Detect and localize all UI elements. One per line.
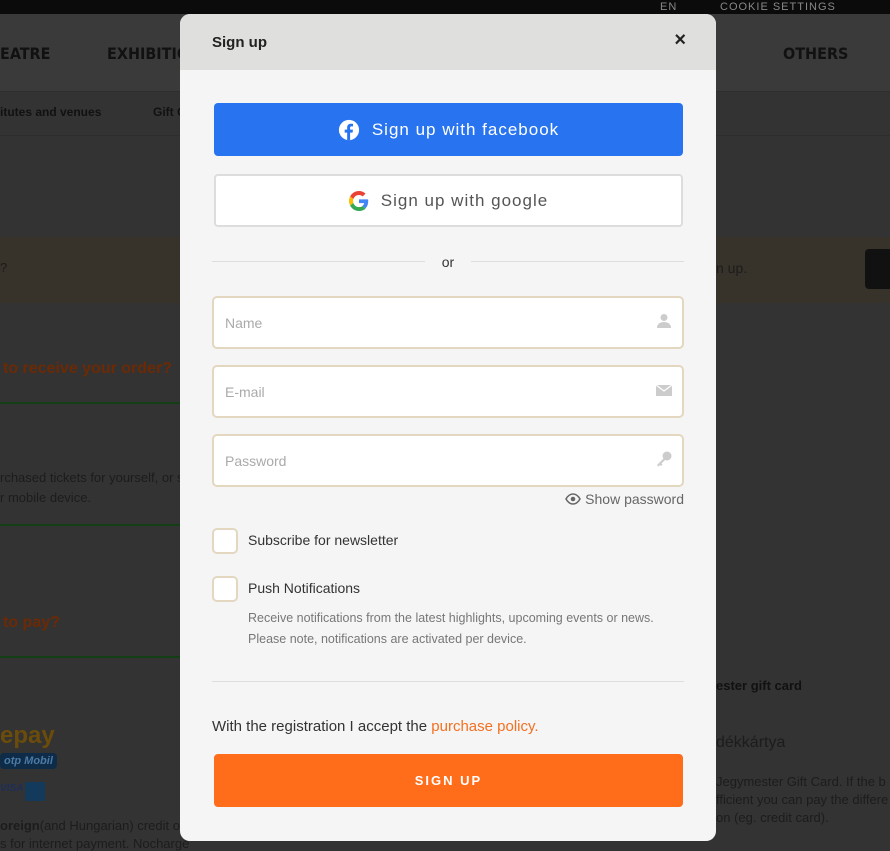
password-field[interactable]	[212, 434, 684, 487]
policy-text: With the registration I accept the purch…	[212, 718, 539, 735]
nav-theatre[interactable]: EATRE	[0, 44, 50, 63]
push-note-line-2: Please note, notifications are activated…	[248, 632, 527, 646]
otp-logo: otp Mobil	[0, 753, 57, 769]
email-input[interactable]	[214, 367, 634, 416]
pay-text-2: s for internet payment. Nocharge	[0, 836, 190, 851]
or-divider: or	[212, 254, 684, 270]
google-signup-label: Sign up with google	[380, 190, 549, 210]
visa-logo: VISA	[0, 783, 24, 794]
close-icon[interactable]: ×	[674, 29, 686, 52]
facebook-signup-button[interactable]: Sign up with facebook	[214, 103, 683, 156]
google-icon	[348, 190, 369, 211]
password-input[interactable]	[214, 436, 634, 485]
divider	[0, 402, 180, 404]
nav-others[interactable]: OTHERS	[783, 44, 848, 63]
push-notifications-label[interactable]: Push Notifications	[248, 580, 360, 596]
eye-icon	[565, 493, 582, 505]
user-icon	[657, 314, 671, 328]
push-notifications-note: Receive notifications from the latest hi…	[248, 608, 654, 650]
simplepay-logo: epay	[0, 722, 55, 749]
pay-text: (and Hungarian) credit or	[39, 818, 185, 833]
newsletter-checkbox[interactable]	[212, 528, 238, 554]
banner-button[interactable]	[865, 249, 890, 289]
divider	[0, 656, 180, 658]
banner-text-right: n up.	[716, 260, 748, 276]
receive-text-1: rchased tickets for yourself, or s	[0, 470, 184, 485]
facebook-signup-label: Sign up with facebook	[371, 119, 560, 139]
receive-heading: to receive your order?	[3, 360, 172, 377]
amex-logo	[25, 782, 45, 801]
banner-text-left: ?	[0, 260, 8, 275]
language-selector[interactable]: EN	[660, 1, 677, 13]
name-field[interactable]	[212, 296, 684, 349]
purchase-policy-link[interactable]: purchase policy.	[431, 718, 538, 735]
google-signup-button[interactable]: Sign up with google	[214, 174, 683, 227]
newsletter-label[interactable]: Subscribe for newsletter	[248, 532, 398, 548]
modal-title: Sign up	[212, 34, 267, 51]
name-input[interactable]	[214, 298, 634, 347]
push-note-line-1: Receive notifications from the latest hi…	[248, 611, 654, 625]
pay-heading: to pay?	[3, 614, 60, 631]
gift-card-heading: dékkártya	[716, 734, 786, 751]
divider	[0, 524, 180, 526]
gift-card-text-1: Jegymester Gift Card. If the b	[716, 774, 886, 789]
signup-modal: Sign up × Sign up with facebook Sign up …	[180, 14, 716, 841]
gift-card-title: ester gift card	[716, 678, 802, 693]
pay-text-bold: oreign	[0, 818, 40, 833]
key-icon	[657, 451, 672, 467]
gift-card-text-3: on (eg. credit card).	[716, 810, 829, 825]
top-bar: EN COOKIE SETTINGS	[0, 0, 890, 14]
receive-text-2: r mobile device.	[0, 490, 92, 505]
policy-prefix: With the registration I accept the	[212, 718, 432, 735]
email-field[interactable]	[212, 365, 684, 418]
divider	[212, 681, 684, 682]
push-notifications-checkbox[interactable]	[212, 576, 238, 602]
facebook-icon	[338, 119, 359, 140]
gift-card-text-2: fficient you can pay the differe	[716, 792, 889, 807]
show-password-label: Show password	[585, 491, 684, 507]
sign-up-button[interactable]: SIGN UP	[214, 754, 683, 807]
modal-header: Sign up ×	[180, 14, 716, 70]
show-password-toggle[interactable]: Show password	[565, 491, 684, 507]
envelope-icon	[656, 384, 672, 396]
cookie-settings-link[interactable]: COOKIE SETTINGS	[720, 1, 836, 13]
subnav-institutes[interactable]: itutes and venues	[0, 105, 101, 119]
or-label: or	[441, 254, 455, 270]
